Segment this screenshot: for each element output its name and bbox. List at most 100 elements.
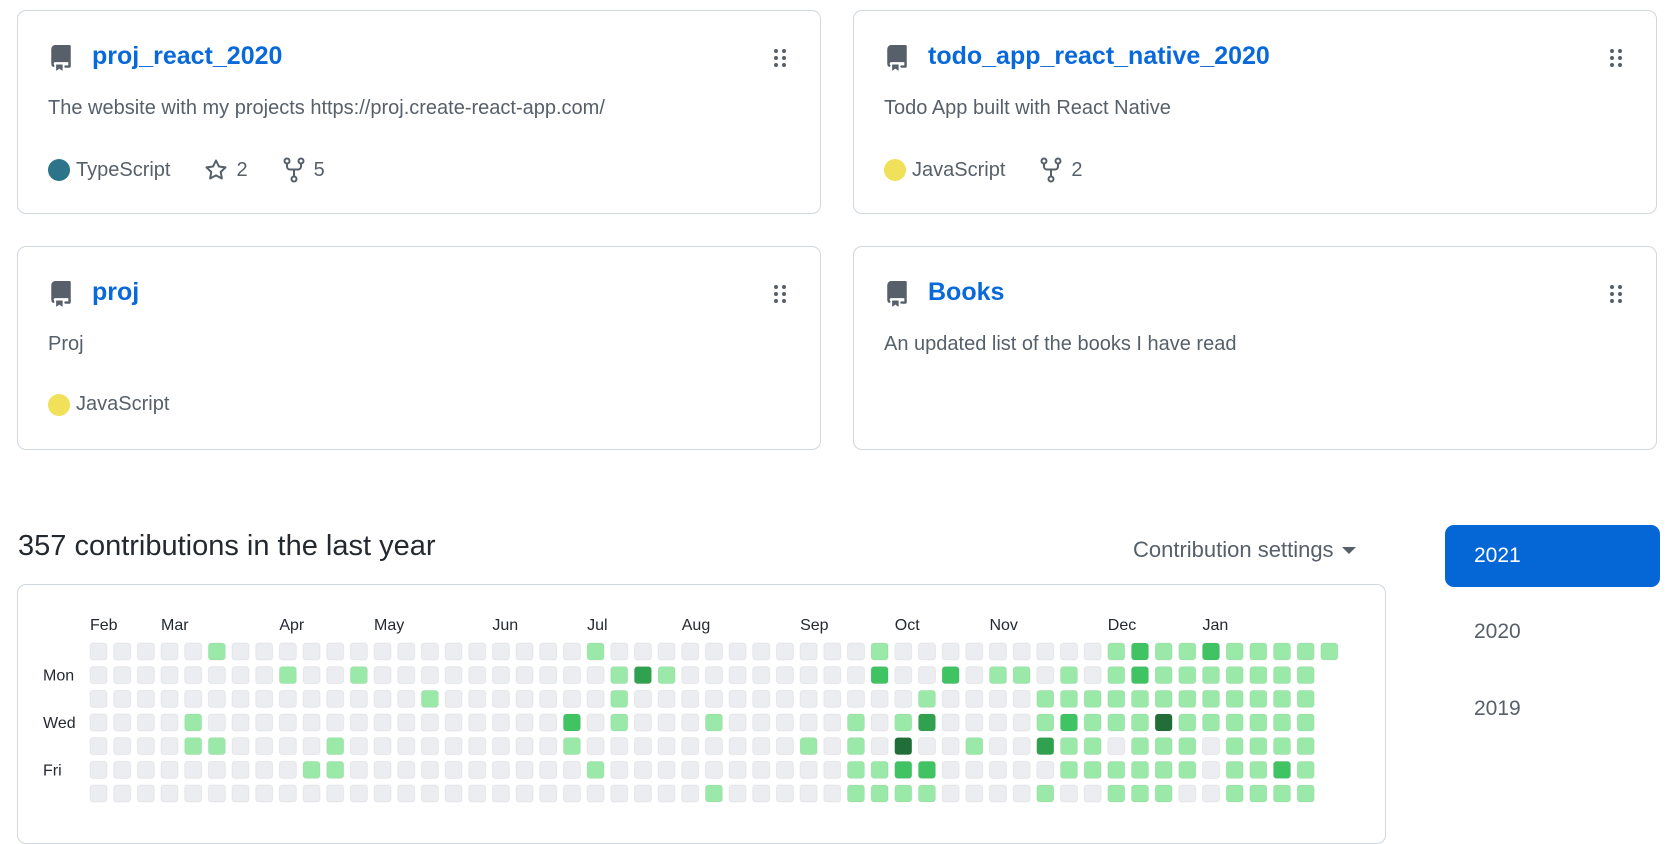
contribution-day-cell[interactable] (349, 760, 368, 779)
contribution-day-cell[interactable] (728, 784, 747, 803)
contribution-day-cell[interactable] (1249, 784, 1268, 803)
contribution-day-cell[interactable] (1225, 642, 1244, 661)
contribution-day-cell[interactable] (917, 713, 936, 732)
contribution-day-cell[interactable] (255, 760, 274, 779)
contribution-day-cell[interactable] (160, 784, 179, 803)
contribution-day-cell[interactable] (965, 713, 984, 732)
contribution-day-cell[interactable] (1059, 689, 1078, 708)
contribution-day-cell[interactable] (1130, 689, 1149, 708)
contribution-day-cell[interactable] (113, 760, 132, 779)
contribution-day-cell[interactable] (1273, 784, 1291, 803)
contribution-day-cell[interactable] (373, 784, 392, 803)
contribution-day-cell[interactable] (586, 713, 605, 732)
contribution-day-cell[interactable] (515, 760, 534, 779)
contribution-day-cell[interactable] (302, 760, 321, 779)
contribution-day-cell[interactable] (1154, 666, 1173, 685)
contribution-day-cell[interactable] (657, 713, 676, 732)
contribution-day-cell[interactable] (586, 760, 605, 779)
contribution-day-cell[interactable] (965, 666, 984, 685)
contribution-day-cell[interactable] (539, 784, 558, 803)
contribution-day-cell[interactable] (89, 666, 108, 685)
contribution-day-cell[interactable] (704, 713, 723, 732)
contribution-day-cell[interactable] (846, 642, 865, 661)
contribution-day-cell[interactable] (799, 689, 818, 708)
contribution-day-cell[interactable] (728, 737, 747, 756)
contribution-day-cell[interactable] (207, 737, 226, 756)
contribution-day-cell[interactable] (799, 713, 818, 732)
contribution-day-cell[interactable] (326, 689, 345, 708)
contribution-day-cell[interactable] (562, 713, 581, 732)
contribution-day-cell[interactable] (491, 642, 510, 661)
contribution-day-cell[interactable] (965, 737, 984, 756)
contribution-day-cell[interactable] (373, 666, 392, 685)
contribution-day-cell[interactable] (444, 642, 463, 661)
contribution-day-cell[interactable] (1201, 713, 1220, 732)
contribution-day-cell[interactable] (941, 642, 960, 661)
contribution-day-cell[interactable] (326, 784, 345, 803)
contribution-day-cell[interactable] (113, 737, 132, 756)
contribution-day-cell[interactable] (1012, 666, 1031, 685)
contribution-day-cell[interactable] (278, 760, 297, 779)
contribution-day-cell[interactable] (397, 760, 416, 779)
contribution-day-cell[interactable] (562, 760, 581, 779)
contribution-day-cell[interactable] (1225, 760, 1244, 779)
contribution-day-cell[interactable] (255, 713, 274, 732)
contribution-day-cell[interactable] (633, 713, 652, 732)
contribution-day-cell[interactable] (539, 760, 558, 779)
contribution-day-cell[interactable] (728, 760, 747, 779)
contribution-day-cell[interactable] (799, 666, 818, 685)
contribution-day-cell[interactable] (633, 737, 652, 756)
drag-handle-icon[interactable] (1609, 284, 1623, 304)
contribution-day-cell[interactable] (160, 760, 179, 779)
contribution-day-cell[interactable] (1083, 784, 1102, 803)
contribution-day-cell[interactable] (184, 666, 203, 685)
contribution-day-cell[interactable] (917, 642, 936, 661)
contribution-day-cell[interactable] (468, 784, 487, 803)
contribution-day-cell[interactable] (1296, 689, 1315, 708)
contribution-day-cell[interactable] (302, 713, 321, 732)
repo-link[interactable]: proj_react_2020 (92, 42, 282, 71)
contribution-day-cell[interactable] (420, 666, 439, 685)
contribution-day-cell[interactable] (988, 784, 1007, 803)
contribution-day-cell[interactable] (752, 666, 771, 685)
contribution-day-cell[interactable] (775, 737, 794, 756)
contribution-day-cell[interactable] (1154, 760, 1173, 779)
contribution-day-cell[interactable] (1036, 760, 1055, 779)
contribution-day-cell[interactable] (1249, 642, 1268, 661)
contribution-day-cell[interactable] (1107, 737, 1126, 756)
contribution-day-cell[interactable] (420, 760, 439, 779)
contribution-day-cell[interactable] (278, 666, 297, 685)
contribution-day-cell[interactable] (633, 760, 652, 779)
contribution-day-cell[interactable] (1059, 784, 1078, 803)
contribution-day-cell[interactable] (633, 666, 652, 685)
contribution-day-cell[interactable] (610, 713, 629, 732)
contribution-day-cell[interactable] (1083, 737, 1102, 756)
contribution-day-cell[interactable] (326, 642, 345, 661)
contribution-day-cell[interactable] (799, 642, 818, 661)
contribution-day-cell[interactable] (113, 713, 132, 732)
contribution-day-cell[interactable] (562, 642, 581, 661)
contribution-day-cell[interactable] (326, 760, 345, 779)
contribution-day-cell[interactable] (1273, 713, 1291, 732)
contribution-day-cell[interactable] (1249, 713, 1268, 732)
contribution-day-cell[interactable] (1225, 689, 1244, 708)
contribution-day-cell[interactable] (302, 689, 321, 708)
contribution-day-cell[interactable] (136, 737, 155, 756)
contribution-day-cell[interactable] (1036, 737, 1055, 756)
contribution-day-cell[interactable] (941, 760, 960, 779)
contribution-day-cell[interactable] (586, 642, 605, 661)
contribution-day-cell[interactable] (1130, 666, 1149, 685)
contribution-day-cell[interactable] (941, 666, 960, 685)
contribution-day-cell[interactable] (468, 666, 487, 685)
contribution-day-cell[interactable] (681, 760, 700, 779)
contribution-day-cell[interactable] (444, 666, 463, 685)
contribution-day-cell[interactable] (397, 737, 416, 756)
contribution-day-cell[interactable] (1012, 737, 1031, 756)
contribution-day-cell[interactable] (1130, 642, 1149, 661)
contribution-day-cell[interactable] (184, 737, 203, 756)
contribution-day-cell[interactable] (1059, 737, 1078, 756)
contribution-day-cell[interactable] (1201, 642, 1220, 661)
contribution-day-cell[interactable] (728, 689, 747, 708)
contribution-day-cell[interactable] (420, 784, 439, 803)
repo-link[interactable]: todo_app_react_native_2020 (928, 42, 1270, 71)
